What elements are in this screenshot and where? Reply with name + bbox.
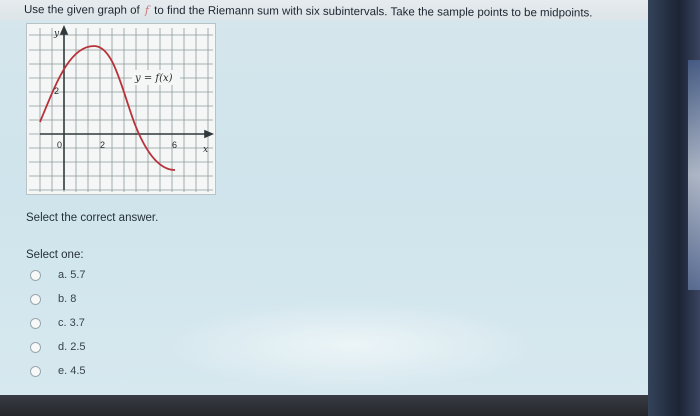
option-label: c. 3.7: [58, 317, 85, 329]
y-axis-arrow-icon: [59, 24, 69, 35]
option-a[interactable]: a. 5.7: [28, 266, 168, 284]
question-header: Use the given graph of f to find the Rie…: [0, 0, 660, 20]
option-label: b. 8: [58, 293, 77, 305]
option-d[interactable]: d. 2.5: [28, 338, 168, 356]
monitor-edge-right: [648, 0, 700, 416]
radio-button[interactable]: [30, 269, 41, 281]
radio-button[interactable]: [30, 317, 41, 329]
radio-button[interactable]: [30, 293, 41, 305]
radio-button[interactable]: [30, 365, 41, 377]
question-text: Use the given graph of f to find the Rie…: [23, 3, 593, 20]
option-c[interactable]: c. 3.7: [28, 314, 168, 332]
curve-label: y = f(x): [134, 73, 173, 84]
graph-svg: y = f(x) y x 2 0 2 6: [29, 24, 215, 192]
function-graph: y = f(x) y x 2 0 2 6: [26, 23, 216, 195]
option-label: d. 2.5: [58, 341, 86, 353]
edge-light: [688, 60, 700, 290]
x-tick-label-6: 6: [172, 140, 177, 150]
origin-label: 0: [57, 140, 62, 150]
x-tick-label-2: 2: [100, 140, 105, 150]
option-b[interactable]: b. 8: [28, 290, 168, 308]
answer-prompt: Select the correct answer.: [26, 212, 159, 224]
option-label: a. 5.7: [58, 269, 86, 281]
x-axis-arrow-icon: [204, 129, 215, 139]
grid-lines: [29, 28, 213, 192]
axes: [40, 24, 215, 190]
x-axis-label: x: [203, 145, 208, 155]
option-e[interactable]: e. 4.5: [28, 362, 168, 380]
monitor-edge-bottom: [0, 395, 648, 416]
question-text-end: to find the Riemann sum with six subinte…: [154, 4, 593, 20]
radio-button[interactable]: [30, 341, 41, 353]
question-text-start: Use the given graph of: [23, 4, 140, 17]
select-one-label: Select one:: [26, 249, 84, 261]
option-label: e. 4.5: [58, 365, 86, 377]
y-tick-label: 2: [54, 86, 59, 96]
function-symbol: f: [144, 3, 150, 17]
y-axis-label: y: [53, 29, 60, 39]
function-curve: [39, 45, 176, 171]
